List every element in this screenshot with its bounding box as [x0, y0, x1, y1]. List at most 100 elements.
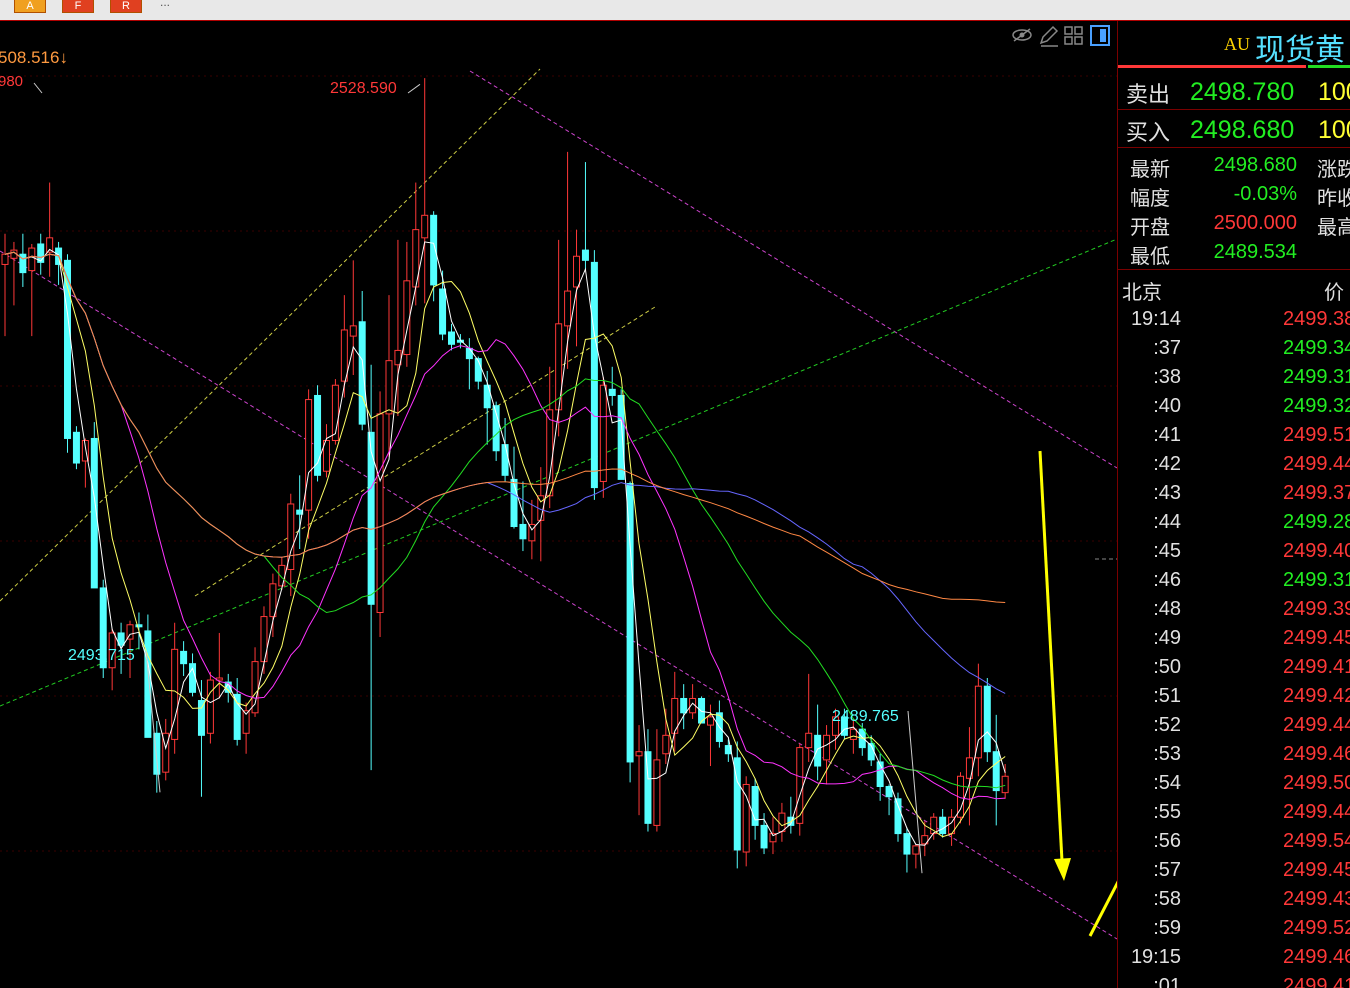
- tick-time: :44: [1153, 511, 1181, 533]
- tick-price: 2499.43: [1283, 888, 1350, 910]
- candle: [912, 845, 920, 855]
- candle: [939, 816, 947, 835]
- candle: [778, 812, 786, 833]
- candle: [983, 685, 991, 753]
- down-arrow-head: [1054, 858, 1071, 881]
- toolbar-button-3-label: R: [122, 0, 130, 12]
- candle: [992, 751, 1000, 792]
- panel-icon[interactable]: [1090, 25, 1110, 46]
- candle: [974, 685, 982, 759]
- toolbar-button-1-label: A: [26, 0, 34, 12]
- sell-price: 2498.780: [1190, 78, 1295, 106]
- candle: [930, 816, 938, 835]
- top-toolbar: A F R ...: [0, 0, 1350, 21]
- stat-row: 最低 2489.534: [1118, 238, 1350, 268]
- chart-toolbar: [1012, 25, 1110, 47]
- candle: [340, 329, 348, 382]
- candle: [465, 347, 473, 360]
- candle: [644, 751, 652, 824]
- candle: [385, 360, 393, 415]
- candle: [233, 693, 241, 740]
- tick-time: :49: [1153, 627, 1181, 649]
- toolbar-button-2[interactable]: F: [62, 0, 94, 13]
- tick-time: :37: [1153, 337, 1181, 359]
- tick-time: :50: [1153, 656, 1181, 678]
- candle: [599, 384, 607, 482]
- candle: [439, 288, 447, 335]
- stat-label: 最新: [1130, 157, 1170, 181]
- candle: [376, 413, 384, 613]
- tick-row: :38 2499.31: [1118, 363, 1350, 392]
- toolbar-button-2-label: F: [74, 0, 82, 12]
- tick-price: 2499.41: [1283, 975, 1350, 988]
- candle: [1, 253, 9, 265]
- trendline-annotations: [0, 68, 1117, 940]
- tick-row: :57 2499.45: [1118, 856, 1350, 885]
- candle: [635, 751, 643, 757]
- candle: [814, 734, 822, 767]
- tick-time: :51: [1153, 685, 1181, 707]
- tick-row: :43 2499.37: [1118, 479, 1350, 508]
- buy-row[interactable]: 买入 2498.680 100: [1118, 111, 1350, 148]
- sell-row[interactable]: 卖出 2498.780 100: [1118, 73, 1350, 110]
- top-left-leader: [33, 82, 43, 94]
- tick-price: 2499.42: [1283, 685, 1350, 707]
- stat-value: 2500.000: [1213, 212, 1297, 234]
- candle: [894, 798, 902, 835]
- candle: [28, 247, 36, 272]
- tick-time: 19:15: [1130, 946, 1181, 968]
- trendline-3: [194, 306, 656, 597]
- tick-time: :55: [1153, 801, 1181, 823]
- tick-price: 2499.51: [1283, 424, 1350, 446]
- eye-icon[interactable]: [1012, 28, 1032, 42]
- buy-qty: 100: [1318, 116, 1350, 144]
- toolbar-button-3[interactable]: R: [110, 0, 142, 13]
- tick-row: :53 2499.46: [1118, 740, 1350, 769]
- tick-list[interactable]: 19:14 2499.38:37 2499.34:38 2499.31:40 2499.…: [1118, 305, 1350, 988]
- panel-title-prefix: AU: [1224, 34, 1250, 54]
- stat-row: 幅度 -0.03% 昨收: [1118, 180, 1350, 210]
- tick-price: 2499.31: [1283, 366, 1350, 388]
- stat-value: 2489.534: [1213, 241, 1297, 263]
- tick-row: :54 2499.50: [1118, 769, 1350, 798]
- candlestick-chart[interactable]: 2528.590 2493.715 2489.765 508.516↓ 980: [0, 21, 1117, 988]
- candle: [206, 679, 214, 734]
- candle: [823, 734, 831, 761]
- candle: [573, 255, 581, 288]
- candle: [197, 700, 205, 736]
- tick-time: :40: [1153, 395, 1181, 417]
- stat-label: 幅度: [1130, 186, 1170, 210]
- panel-title-underline-green: [1308, 65, 1350, 68]
- candles: [1, 78, 1009, 873]
- up-arrow-shaft: [1088, 880, 1117, 937]
- tick-row: :50 2499.41: [1118, 653, 1350, 682]
- stat-side-label: 最高: [1317, 215, 1350, 239]
- candle: [501, 444, 509, 476]
- down-arrow-shaft: [1038, 450, 1064, 862]
- stat-row: 开盘 2500.000 最高: [1118, 209, 1350, 239]
- toolbar-button-1[interactable]: A: [14, 0, 46, 13]
- tick-time: :38: [1153, 366, 1181, 388]
- tick-row: :49 2499.45: [1118, 624, 1350, 653]
- tick-price: 2499.39: [1283, 598, 1350, 620]
- tick-time: :54: [1153, 772, 1181, 794]
- tick-price: 2499.45: [1283, 627, 1350, 649]
- tick-price: 2499.32: [1283, 395, 1350, 417]
- tick-price: 2499.34: [1283, 337, 1350, 359]
- stat-side-label: 涨跌: [1317, 157, 1350, 181]
- grid-icon[interactable]: [1064, 26, 1083, 45]
- pencil-icon[interactable]: [1039, 25, 1059, 47]
- stat-side-label: 昨收: [1317, 186, 1350, 210]
- candle: [251, 661, 259, 714]
- tick-time: :01: [1153, 975, 1181, 988]
- low-left-price-label: 2493.715: [68, 647, 135, 664]
- tick-row: :52 2499.44: [1118, 711, 1350, 740]
- candle: [305, 399, 313, 511]
- low-right-price-label: 2489.765: [832, 708, 899, 725]
- tick-price: 2499.46: [1283, 743, 1350, 765]
- trendline-0: [469, 70, 1117, 469]
- tick-time: :41: [1153, 424, 1181, 446]
- candle: [680, 697, 688, 714]
- tick-time: :58: [1153, 888, 1181, 910]
- high-price-label-leader: [407, 83, 421, 94]
